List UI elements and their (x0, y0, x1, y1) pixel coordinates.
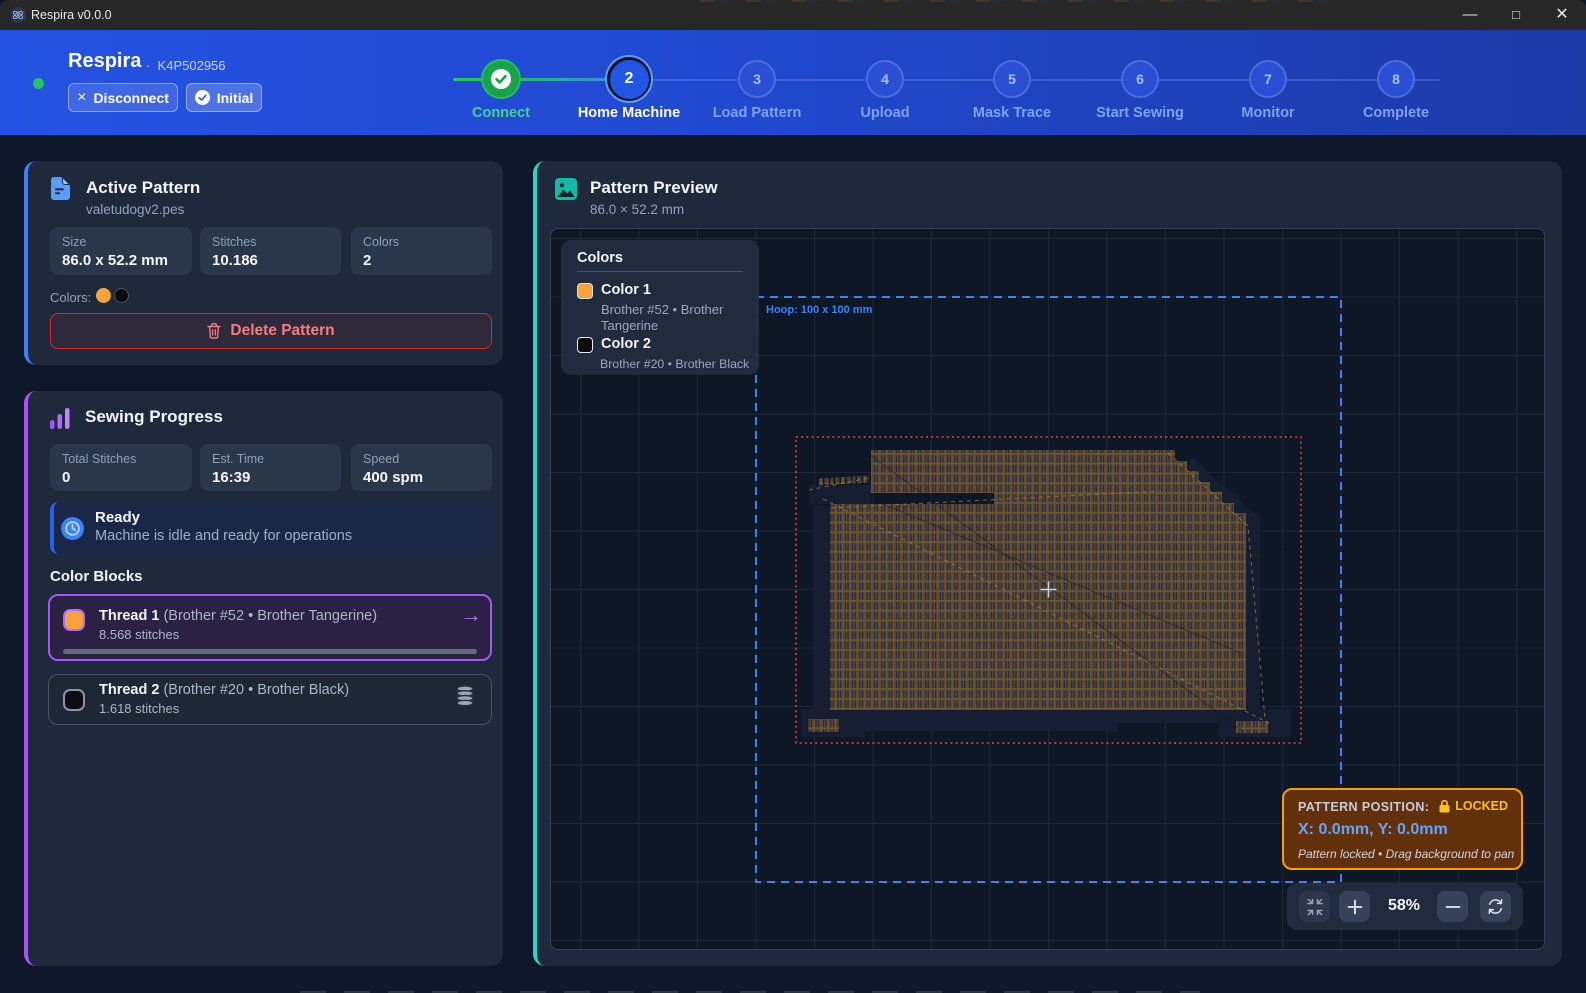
svg-text:Hoop: 100 x 100 mm: Hoop: 100 x 100 mm (766, 304, 873, 316)
